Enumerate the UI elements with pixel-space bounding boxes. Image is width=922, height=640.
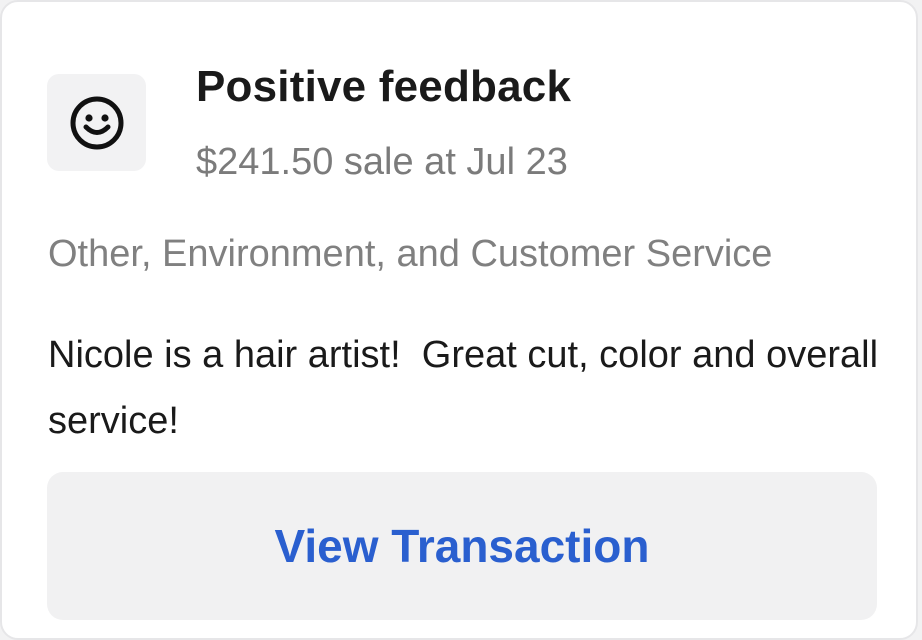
- feedback-title: Positive feedback: [196, 62, 572, 111]
- feedback-comment: Nicole is a hair artist! Great cut, colo…: [48, 334, 889, 442]
- view-transaction-label: View Transaction: [274, 520, 650, 572]
- sale-info: $241.50 sale at Jul 23: [196, 141, 568, 183]
- feedback-icon-tile: [47, 74, 146, 171]
- view-transaction-button[interactable]: View Transaction: [47, 472, 877, 620]
- smiley-face-icon: [70, 96, 123, 149]
- feedback-card: Positive feedback $241.50 sale at Jul 23…: [0, 0, 918, 640]
- feedback-categories: Other, Environment, and Customer Service: [48, 233, 773, 275]
